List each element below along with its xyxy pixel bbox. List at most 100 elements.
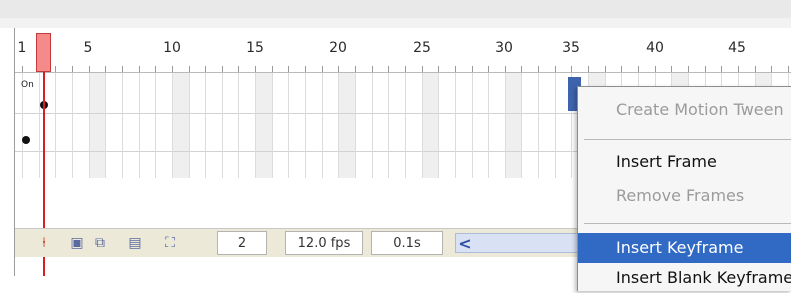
menu-separator bbox=[584, 223, 791, 224]
ruler-tick bbox=[405, 66, 406, 72]
edit-multiple-frames-icon[interactable]: ⛶ bbox=[160, 233, 180, 253]
frame-cell-shade bbox=[172, 73, 189, 178]
ruler-tick bbox=[438, 66, 439, 72]
ruler-tick bbox=[671, 66, 672, 72]
ruler-tick bbox=[155, 66, 156, 72]
ruler-tick bbox=[455, 66, 456, 72]
panel-header-band bbox=[0, 18, 791, 28]
ruler-tick bbox=[788, 66, 789, 72]
onion-layer-label: On bbox=[21, 80, 34, 90]
ruler-tick bbox=[122, 66, 123, 72]
ruler-tick bbox=[605, 66, 606, 72]
ruler-tick bbox=[555, 66, 556, 72]
ruler-tick bbox=[72, 66, 73, 72]
ruler-tick bbox=[771, 66, 772, 72]
frame-column-line bbox=[205, 73, 206, 178]
elapsed-time-field: 0.1s bbox=[371, 231, 443, 255]
frame-column-line bbox=[555, 73, 556, 178]
ruler-tick bbox=[89, 66, 90, 72]
frame-column-line bbox=[238, 73, 239, 178]
playhead-marker-icon: ⍿ bbox=[42, 235, 46, 251]
frame-column-line bbox=[488, 73, 489, 178]
frame-column-line bbox=[105, 73, 106, 178]
frame-column-line bbox=[222, 73, 223, 178]
ruler-tick bbox=[521, 66, 522, 72]
ruler-tick bbox=[755, 66, 756, 72]
ruler-tick bbox=[738, 66, 739, 72]
ruler-tick bbox=[488, 66, 489, 72]
ruler-tick bbox=[422, 66, 423, 72]
ruler-tick bbox=[22, 66, 23, 72]
ruler-label-20: 20 bbox=[329, 40, 347, 56]
frame-column-line bbox=[505, 73, 506, 178]
frame-column-line bbox=[438, 73, 439, 178]
frame-cell-shade bbox=[89, 73, 106, 178]
menu-item-insert-blank-keyframe[interactable]: Insert Blank Keyframe bbox=[578, 263, 791, 293]
frame-column-line bbox=[455, 73, 456, 178]
ruler-tick bbox=[238, 66, 239, 72]
current-frame-field: 2 bbox=[217, 231, 267, 255]
frame-column-line bbox=[189, 73, 190, 178]
ruler-tick bbox=[105, 66, 106, 72]
frame-cell-shade bbox=[255, 73, 272, 178]
ruler-tick bbox=[305, 66, 306, 72]
ruler-tick bbox=[621, 66, 622, 72]
keyframe-dot[interactable] bbox=[22, 136, 30, 144]
frame-column-line bbox=[122, 73, 123, 178]
ruler-tick bbox=[721, 66, 722, 72]
ruler-tick bbox=[338, 66, 339, 72]
frame-ruler[interactable]: 1 5 10 15 20 25 30 35 40 45 bbox=[15, 28, 791, 73]
ruler-tick bbox=[205, 66, 206, 72]
menu-separator bbox=[584, 139, 791, 140]
ruler-tick bbox=[222, 66, 223, 72]
ruler-tick bbox=[322, 66, 323, 72]
ruler-tick bbox=[472, 66, 473, 72]
ruler-tick bbox=[688, 66, 689, 72]
menu-item-insert-keyframe[interactable]: Insert Keyframe bbox=[578, 233, 791, 263]
menu-item-insert-frame[interactable]: Insert Frame bbox=[578, 147, 791, 177]
frame-rate-field[interactable]: 12.0 fps bbox=[285, 231, 363, 255]
frame-column-line bbox=[338, 73, 339, 178]
context-menu: Create Motion Tween Insert Frame Remove … bbox=[577, 86, 791, 291]
ruler-label-5: 5 bbox=[83, 40, 93, 56]
frame-column-line bbox=[39, 73, 40, 178]
ruler-tick bbox=[505, 66, 506, 72]
ruler-tick bbox=[638, 66, 639, 72]
ruler-tick bbox=[272, 66, 273, 72]
playhead[interactable] bbox=[36, 33, 51, 72]
frame-column-line bbox=[155, 73, 156, 178]
ruler-tick bbox=[255, 66, 256, 72]
frame-column-line bbox=[272, 73, 273, 178]
ruler-tick bbox=[571, 66, 572, 72]
ruler-tick bbox=[55, 66, 56, 72]
ruler-tick bbox=[172, 66, 173, 72]
frame-column-line bbox=[139, 73, 140, 178]
frame-column-line bbox=[372, 73, 373, 178]
ruler-tick bbox=[655, 66, 656, 72]
frame-column-line bbox=[288, 73, 289, 178]
center-frame-icon[interactable]: ▣ bbox=[67, 233, 87, 253]
scroll-left-arrow-icon[interactable]: < bbox=[456, 234, 474, 253]
ruler-tick bbox=[189, 66, 190, 72]
ruler-label-25: 25 bbox=[413, 40, 431, 56]
ruler-tick bbox=[372, 66, 373, 72]
onion-skin-icon[interactable]: ⧉ bbox=[90, 233, 110, 253]
onion-skin-outlines-icon[interactable]: ▤ bbox=[125, 233, 145, 253]
toolbar-edge bbox=[0, 0, 791, 18]
ruler-tick bbox=[705, 66, 706, 72]
frame-column-line bbox=[538, 73, 539, 178]
frame-cell-shade bbox=[505, 73, 522, 178]
menu-item-remove-frames: Remove Frames bbox=[616, 186, 745, 205]
ruler-label-10: 10 bbox=[163, 40, 181, 56]
ruler-tick bbox=[588, 66, 589, 72]
ruler-label-45: 45 bbox=[728, 40, 746, 56]
frame-column-line bbox=[89, 73, 90, 178]
ruler-tick bbox=[139, 66, 140, 72]
frame-column-line bbox=[422, 73, 423, 178]
frame-cell-shade bbox=[338, 73, 355, 178]
frame-column-line bbox=[322, 73, 323, 178]
frame-column-line bbox=[388, 73, 389, 178]
horizontal-scrollbar[interactable]: < bbox=[455, 233, 582, 253]
frame-column-line bbox=[55, 73, 56, 178]
menu-item-create-motion-tween: Create Motion Tween bbox=[616, 100, 784, 119]
